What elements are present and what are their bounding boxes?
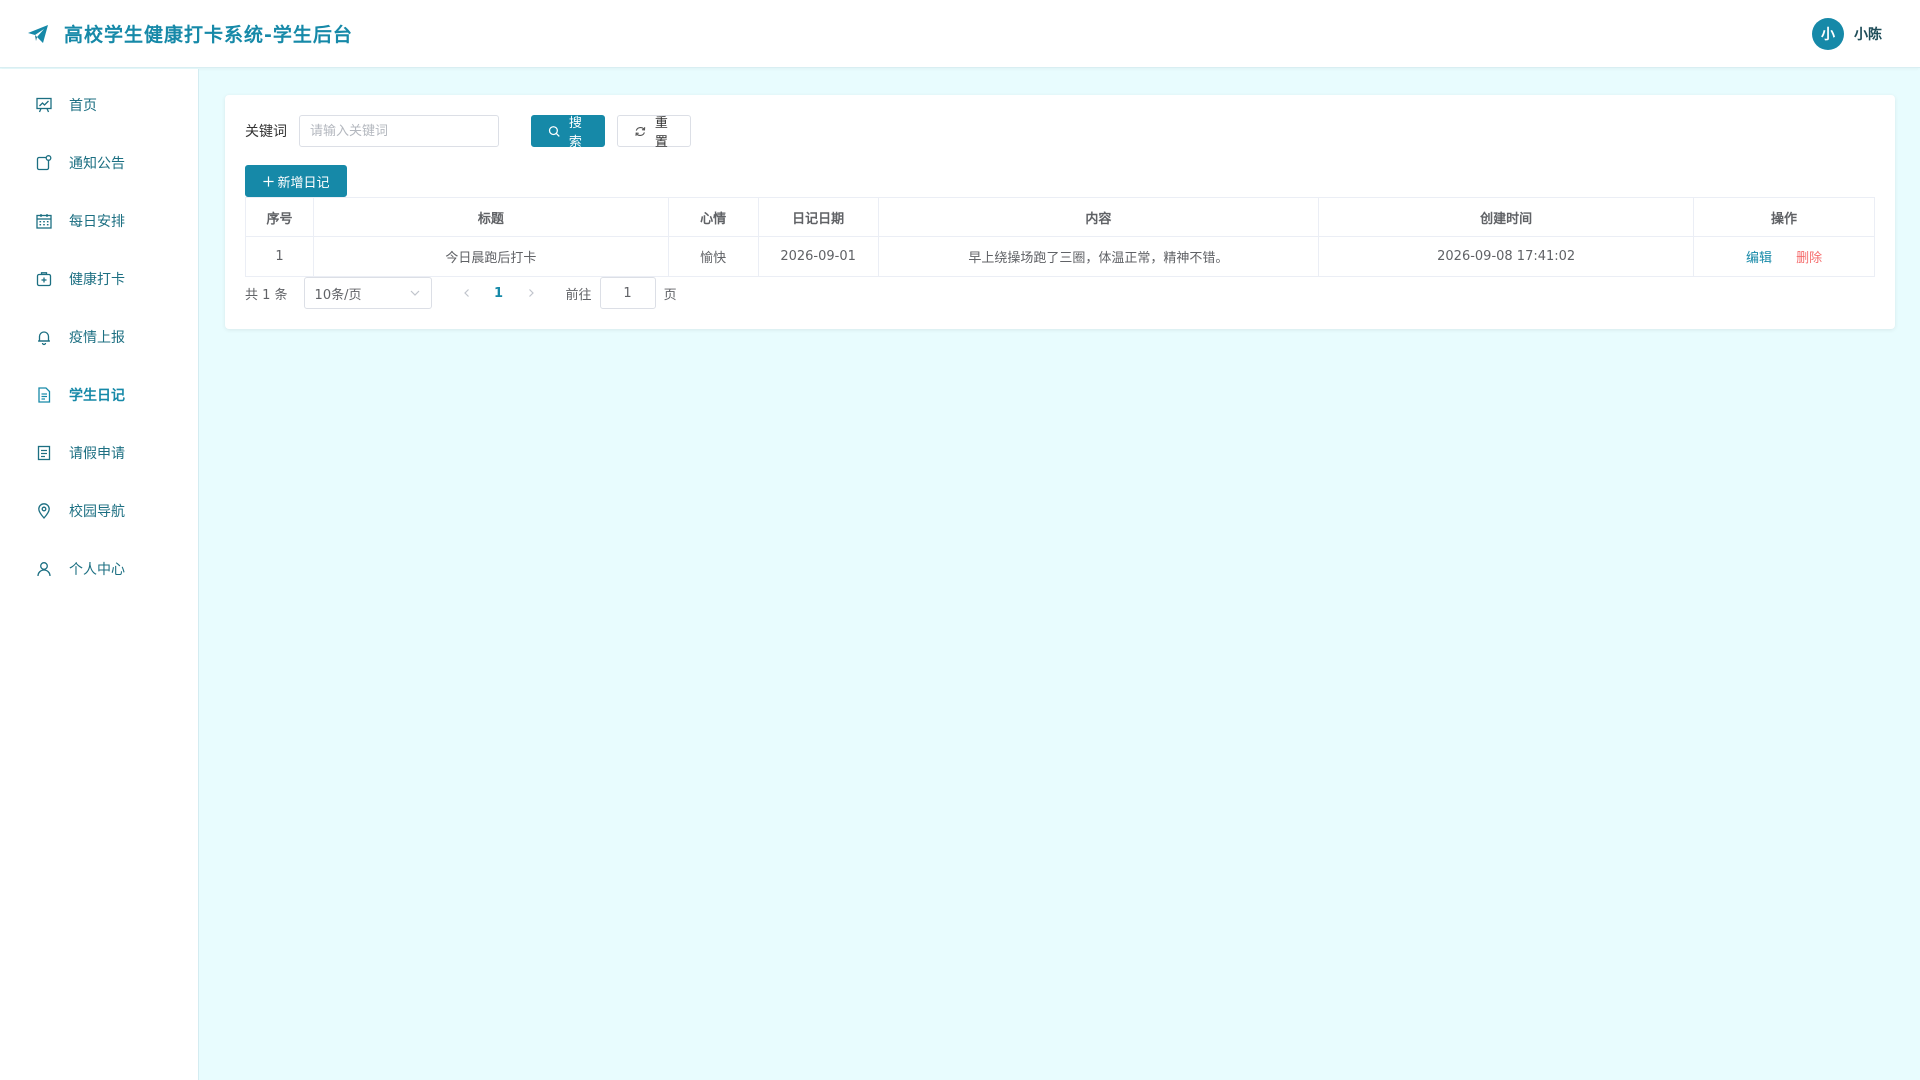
chevron-right-icon [528,289,534,297]
next-page-button[interactable] [516,277,546,309]
column-header-date: 日记日期 [757,197,879,237]
column-header-created: 创建时间 [1318,197,1695,237]
dashboard-icon [35,96,53,114]
list-icon [35,444,53,462]
brand: 高校学生健康打卡系统-学生后台 [26,20,353,47]
delete-link[interactable]: 删除 [1796,251,1822,266]
search-bar: 关键词 搜索 重置 [245,115,691,150]
sidebar-item-label: 请假申请 [69,446,125,462]
table-header-row: 序号 标题 心情 日记日期 内容 创建时间 操作 [245,197,1875,237]
reset-button[interactable]: 重置 [617,115,691,150]
sidebar-item-label: 健康打卡 [69,272,125,288]
top-header: 高校学生健康打卡系统-学生后台 小 小陈 [0,0,1920,68]
cell-mood: 愉快 [667,236,759,277]
bell-icon [35,328,53,346]
plus-icon [263,175,275,187]
user-icon [35,560,53,578]
keyword-label: 关键词 [245,124,287,140]
add-diary-button[interactable]: 新增日记 [245,165,347,197]
sidebar-item-label: 每日安排 [69,214,125,230]
sidebar-item-label: 学生日记 [69,388,125,404]
column-header-title: 标题 [312,197,669,237]
sidebar-item-profile[interactable]: 个人中心 [0,540,198,598]
notice-icon [35,154,53,172]
search-icon [548,125,560,137]
cell-date: 2026-09-01 [757,236,879,277]
sidebar-item-leave-request[interactable]: 请假申请 [0,424,198,482]
page-size-value: 10条/页 [314,287,362,303]
search-button-label: 搜索 [568,116,582,150]
sidebar-item-label: 个人中心 [69,562,125,578]
sidebar-item-campus-navigation[interactable]: 校园导航 [0,482,198,540]
cell-created: 2026-09-08 17:41:02 [1318,236,1695,277]
column-header-actions: 操作 [1693,197,1875,237]
keyword-input[interactable] [299,115,499,147]
edit-link[interactable]: 编辑 [1746,251,1772,266]
pagination: 共 1 条 10条/页 1 前往 页 [245,277,677,309]
table-row: 1 今日晨跑后打卡 愉快 2026-09-01 早上绕操场跑了三圈，体温正常，精… [245,236,1875,277]
add-diary-label: 新增日记 [277,175,330,191]
total-count: 共 1 条 [245,287,288,303]
sidebar-item-label: 疫情上报 [69,330,125,346]
user-menu[interactable]: 小 小陈 [1812,18,1882,50]
page-number-current[interactable]: 1 [482,277,516,309]
sidebar-item-label: 首页 [69,98,97,114]
cell-actions: 编辑 删除 [1693,236,1875,277]
sidebar-item-student-diary[interactable]: 学生日记 [0,366,198,424]
diary-table: 序号 标题 心情 日记日期 内容 创建时间 操作 1 今日晨跑后打卡 愉快 20… [245,197,1875,277]
cell-title: 今日晨跑后打卡 [312,236,669,277]
sidebar-item-notice[interactable]: 通知公告 [0,134,198,192]
sidebar-item-schedule[interactable]: 每日安排 [0,192,198,250]
medical-kit-icon [35,270,53,288]
calendar-icon [35,212,53,230]
username[interactable]: 小陈 [1854,24,1882,44]
avatar[interactable]: 小 [1812,18,1844,50]
cell-index: 1 [245,236,314,277]
goto-label: 前往 [565,287,592,303]
document-icon [35,386,53,404]
refresh-icon [635,126,646,136]
goto-page-input[interactable] [599,277,656,309]
reset-button-label: 重置 [654,116,668,150]
location-icon [35,502,53,520]
paper-plane-icon [26,22,50,46]
sidebar-item-label: 校园导航 [69,504,125,520]
sidebar-item-home[interactable]: 首页 [0,76,198,134]
app-title: 高校学生健康打卡系统-学生后台 [64,24,353,46]
sidebar-item-health-checkin[interactable]: 健康打卡 [0,250,198,308]
column-header-index: 序号 [245,197,314,237]
column-header-mood: 心情 [667,197,759,237]
sidebar: 首页 通知公告 每日安排 健康打卡 疫情上报 学生日记 请假申请 校园导航 个人… [0,69,199,1080]
chevron-left-icon [463,289,469,297]
sidebar-item-epidemic-report[interactable]: 疫情上报 [0,308,198,366]
search-button[interactable]: 搜索 [531,115,605,150]
diary-panel: 关键词 搜索 重置 新增日记 序号 标题 心情 日记日期 内容 创建时间 操作 [225,95,1895,329]
page-suffix: 页 [663,287,677,303]
cell-content: 早上绕操场跑了三圈，体温正常，精神不错。 [877,236,1320,277]
column-header-content: 内容 [877,197,1320,237]
prev-page-button[interactable] [452,277,482,309]
sidebar-item-label: 通知公告 [69,156,125,172]
chevron-down-icon [410,290,419,296]
page-size-select[interactable]: 10条/页 [303,277,432,309]
